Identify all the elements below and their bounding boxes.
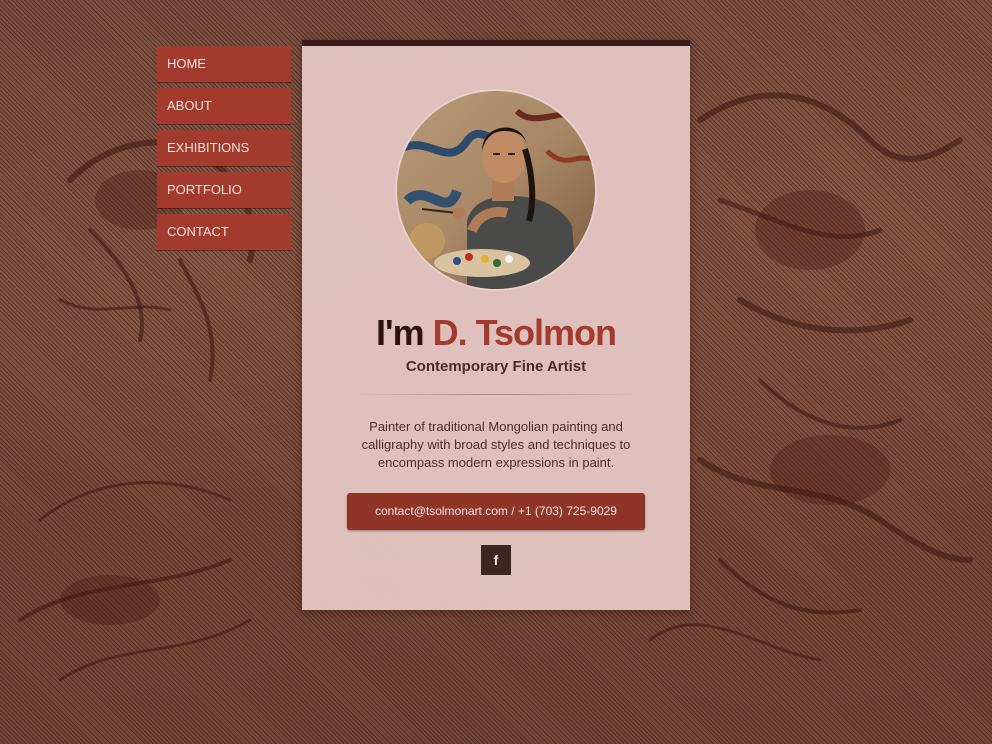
title-greeting: I'm [376, 312, 425, 353]
artist-subtitle: Contemporary Fine Artist [405, 358, 587, 375]
profile-card: I'm D. Tsolmon Contemporary Fine Artist … [302, 40, 690, 610]
main-navigation: HOME ABOUT EXHIBITIONS PORTFOLIO CONTACT [157, 46, 291, 256]
artist-bio: Painter of traditional Mongolian paintin… [361, 419, 631, 470]
page-title: I'm D. Tsolmon [302, 312, 690, 354]
facebook-icon[interactable]: f [481, 545, 511, 575]
portrait-illustration [397, 91, 595, 289]
nav-item-contact[interactable]: CONTACT [157, 214, 291, 250]
section-divider [352, 394, 640, 395]
artist-name: D. Tsolmon [432, 312, 617, 353]
nav-item-home[interactable]: HOME [157, 46, 291, 82]
nav-item-exhibitions[interactable]: EXHIBITIONS [157, 130, 291, 166]
artist-portrait [397, 91, 595, 289]
nav-item-about[interactable]: ABOUT [157, 88, 291, 124]
nav-item-portfolio[interactable]: PORTFOLIO [157, 172, 291, 208]
contact-button[interactable]: contact@tsolmonart.com / +1 (703) 725-90… [347, 493, 645, 530]
